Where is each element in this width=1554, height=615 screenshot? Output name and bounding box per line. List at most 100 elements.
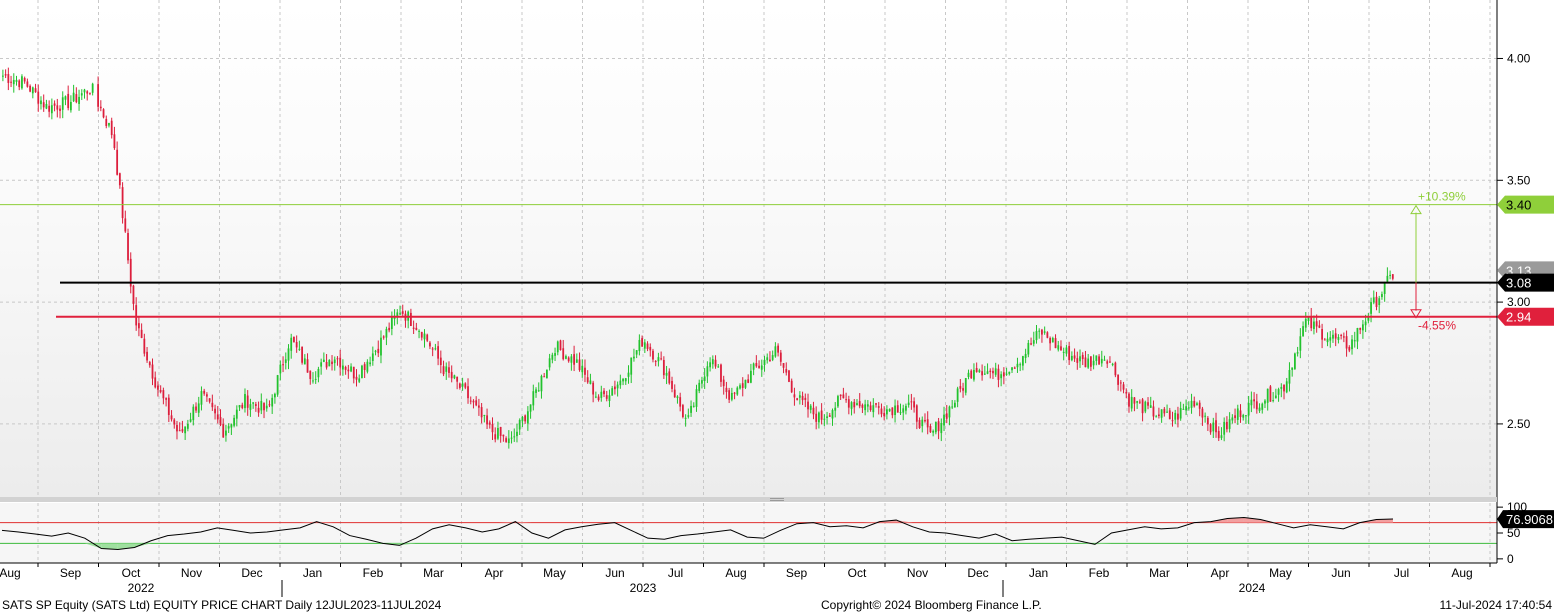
candle-body	[453, 375, 456, 379]
candle-body	[586, 377, 589, 383]
candle-body	[1362, 324, 1364, 331]
candle-body	[138, 323, 140, 329]
candle-body	[967, 372, 970, 377]
candle-body	[135, 305, 138, 326]
candle-body	[350, 366, 352, 372]
candle-body	[796, 398, 799, 400]
candle-body	[1334, 333, 1337, 339]
candle-body	[804, 397, 807, 401]
candle-body	[420, 331, 423, 338]
candle-body	[42, 102, 45, 108]
candle-body	[78, 96, 80, 104]
candle-body	[513, 436, 516, 438]
candle-body	[1177, 413, 1179, 420]
candle-body	[676, 396, 679, 398]
candle-body	[516, 431, 518, 437]
candle-body	[1068, 346, 1071, 361]
candle-body	[34, 88, 37, 93]
candle-body	[807, 401, 809, 410]
resistance-level-badge-text: 3.08	[1506, 276, 1531, 291]
candle-body	[845, 399, 847, 401]
candle-body	[227, 426, 230, 429]
panel-separator[interactable]	[0, 497, 1497, 502]
candle-body	[176, 424, 178, 432]
candle-body	[105, 118, 108, 126]
candle-body	[1160, 409, 1163, 418]
candle-body	[750, 370, 752, 383]
candle-body	[747, 379, 750, 383]
candle-body	[1277, 389, 1280, 395]
candle-body	[847, 399, 850, 408]
candle-body	[1285, 381, 1288, 393]
candle-body	[826, 416, 828, 419]
candle-body	[203, 390, 206, 394]
candle-body	[739, 385, 741, 389]
candle-body	[915, 405, 918, 422]
candle-body	[657, 357, 660, 362]
candle-body	[488, 422, 491, 425]
candle-body	[301, 346, 303, 363]
candle-body	[605, 395, 608, 399]
candle-body	[257, 407, 260, 413]
candle-body	[714, 359, 717, 367]
candle-body	[1220, 435, 1223, 439]
month-label: Nov	[907, 566, 928, 580]
candle-body	[208, 398, 211, 402]
candle-body	[589, 380, 592, 384]
month-label: Oct	[848, 566, 867, 580]
month-label: Mar	[423, 566, 444, 580]
candle-body	[336, 358, 339, 360]
candle-body	[252, 402, 255, 404]
candle-body	[1166, 411, 1168, 413]
candle-body	[1130, 396, 1133, 409]
candle-body	[456, 376, 459, 382]
candle-body	[1204, 415, 1207, 417]
candle-body	[197, 403, 200, 413]
candle-body	[752, 363, 755, 370]
candle-body	[298, 348, 301, 350]
candle-body	[622, 378, 624, 382]
candle-body	[937, 421, 940, 432]
candle-body	[630, 357, 633, 375]
candle-body	[284, 359, 287, 363]
candle-body	[788, 370, 790, 382]
candle-body	[429, 342, 431, 347]
candle-body	[771, 355, 774, 360]
candle-body	[1141, 399, 1144, 414]
candle-body	[2, 75, 4, 77]
candle-body	[779, 352, 782, 362]
price-tick-label: 2.50	[1507, 417, 1531, 431]
candle-body	[964, 377, 967, 393]
candle-body	[31, 87, 34, 94]
candle-body	[1326, 338, 1329, 343]
candle-body	[918, 419, 921, 429]
candle-body	[342, 365, 344, 370]
candle-body	[483, 414, 486, 416]
year-label: 2023	[630, 581, 657, 595]
candle-body	[986, 371, 989, 374]
candle-body	[472, 400, 475, 403]
candle-body	[40, 100, 42, 105]
candle-body	[638, 339, 641, 352]
month-label: Dec	[241, 566, 262, 580]
candle-body	[502, 434, 505, 437]
candle-body	[556, 341, 559, 353]
candle-body	[214, 408, 216, 414]
candle-body	[1057, 345, 1060, 350]
candle-body	[962, 388, 964, 391]
candle-body	[1310, 316, 1313, 329]
candle-body	[18, 80, 21, 88]
candle-body	[1100, 358, 1103, 364]
year-label: 2022	[128, 581, 155, 595]
candle-body	[358, 378, 361, 382]
candle-body	[850, 402, 853, 409]
candle-body	[945, 413, 948, 419]
candle-body	[540, 375, 543, 392]
month-label: Aug	[0, 566, 21, 580]
candle-body	[102, 109, 105, 118]
candle-body	[1005, 373, 1008, 375]
candle-body	[1372, 297, 1375, 303]
candle-body	[1158, 414, 1160, 416]
candle-body	[554, 353, 556, 356]
candle-body	[660, 358, 663, 360]
